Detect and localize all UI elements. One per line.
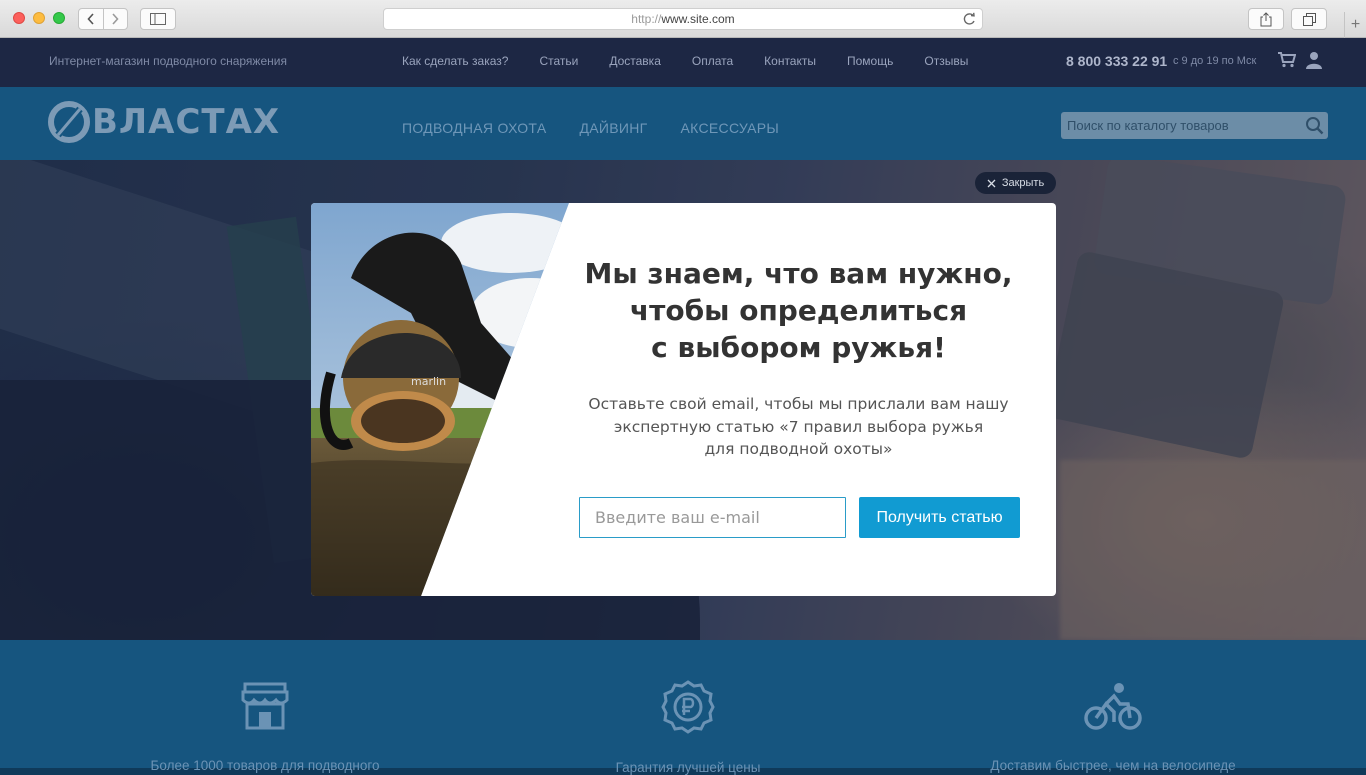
feature-item: Гарантия лучшей цены (588, 680, 788, 775)
feature-item: Более 1000 товаров для подводного (135, 680, 395, 773)
logo-mark-icon (48, 101, 90, 143)
store-icon (241, 682, 289, 730)
tabs-icon (1302, 12, 1316, 26)
modal-title-line: чтобы определиться (629, 294, 968, 327)
modal-title-line: Мы знаем, что вам нужно, (584, 257, 1013, 290)
share-icon (1260, 11, 1272, 26)
topnav-reviews[interactable]: Отзывы (924, 54, 968, 68)
topnav-help[interactable]: Помощь (847, 54, 893, 68)
url-protocol: http:// (631, 12, 662, 26)
subscribe-modal: marlin Мы знаем, что вам нужно, чтобы оп… (311, 203, 1056, 596)
url-host: www.site.com (661, 12, 735, 26)
cart-icon[interactable] (1278, 52, 1296, 68)
working-hours: с 9 до 19 по Мск (1173, 55, 1257, 67)
catalog-search (1061, 112, 1328, 139)
modal-title-line: с выбором ружья! (651, 331, 946, 364)
user-icon[interactable] (1306, 51, 1322, 69)
topnav-delivery[interactable]: Доставка (609, 54, 661, 68)
modal-title: Мы знаем, что вам нужно, чтобы определит… (571, 255, 1026, 366)
feature-item: Доставим быстрее, чем на велосипеде (978, 680, 1248, 773)
minimize-window-button[interactable] (33, 12, 45, 24)
store-tagline: Интернет-магазин подводного снаряжения (49, 54, 287, 68)
back-button[interactable] (79, 9, 104, 29)
logo-text: ВЛАСТАХ (92, 102, 281, 142)
reload-icon[interactable] (963, 12, 976, 26)
top-info-bar: Интернет-магазин подводного снаряжения К… (0, 38, 1366, 87)
diver-photo: marlin (311, 203, 569, 596)
history-nav (78, 8, 128, 30)
share-button[interactable] (1248, 8, 1284, 30)
close-icon (987, 179, 996, 187)
top-nav: Как сделать заказ? Статьи Доставка Оплат… (402, 54, 999, 68)
zoom-window-button[interactable] (53, 12, 65, 24)
site-header: ВЛАСТАХ ПОДВОДНАЯ ОХОТА ДАЙВИНГ АКСЕССУА… (0, 87, 1366, 160)
chevron-left-icon (87, 13, 94, 25)
nav-accessories[interactable]: АКСЕССУАРЫ (681, 120, 780, 136)
main-nav: ПОДВОДНАЯ ОХОТА ДАЙВИНГ АКСЕССУАРЫ (402, 120, 812, 136)
close-window-button[interactable] (13, 12, 25, 24)
modal-text-line: экспертную статью «7 правил выбора ружья (613, 417, 984, 436)
chevron-right-icon (112, 13, 119, 25)
browser-chrome: http://www.site.com + (0, 0, 1366, 38)
features-band: Более 1000 товаров для подводного Гарант… (0, 640, 1366, 775)
tabs-button[interactable] (1291, 8, 1327, 30)
bicycle-icon (1084, 683, 1142, 730)
feature-text: Доставим быстрее, чем на велосипеде (990, 758, 1236, 773)
close-label: Закрыть (1001, 177, 1045, 189)
sidebar-button[interactable] (140, 8, 176, 30)
phone-number[interactable]: 8 800 333 22 91 (1066, 53, 1167, 69)
address-bar[interactable]: http://www.site.com (383, 8, 983, 30)
topnav-contacts[interactable]: Контакты (764, 54, 816, 68)
get-article-button[interactable]: Получить статью (859, 497, 1020, 538)
search-icon[interactable] (1305, 116, 1324, 135)
ruble-badge-icon (661, 680, 715, 734)
sidebar-icon (150, 13, 166, 25)
new-tab-button[interactable]: + (1344, 12, 1366, 38)
modal-text-line: Оставьте свой email, чтобы мы прислали в… (588, 395, 1009, 413)
close-modal-button[interactable]: Закрыть (975, 172, 1056, 194)
forward-button[interactable] (104, 9, 128, 29)
mask-brand: marlin (411, 375, 446, 388)
email-field[interactable] (579, 497, 846, 538)
feature-text: Более 1000 товаров для подводного (150, 758, 380, 773)
topnav-how-to-order[interactable]: Как сделать заказ? (402, 54, 508, 68)
nav-diving[interactable]: ДАЙВИНГ (579, 120, 647, 136)
topnav-payment[interactable]: Оплата (692, 54, 733, 68)
modal-text-line: для подводной охоты» (704, 440, 893, 458)
topnav-articles[interactable]: Статьи (539, 54, 578, 68)
modal-description: Оставьте свой email, чтобы мы прислали в… (561, 393, 1036, 461)
nav-spearfishing[interactable]: ПОДВОДНАЯ ОХОТА (402, 120, 546, 136)
plus-icon: + (1350, 16, 1361, 33)
search-input[interactable] (1061, 112, 1328, 139)
site-logo[interactable]: ВЛАСТАХ (48, 101, 280, 143)
